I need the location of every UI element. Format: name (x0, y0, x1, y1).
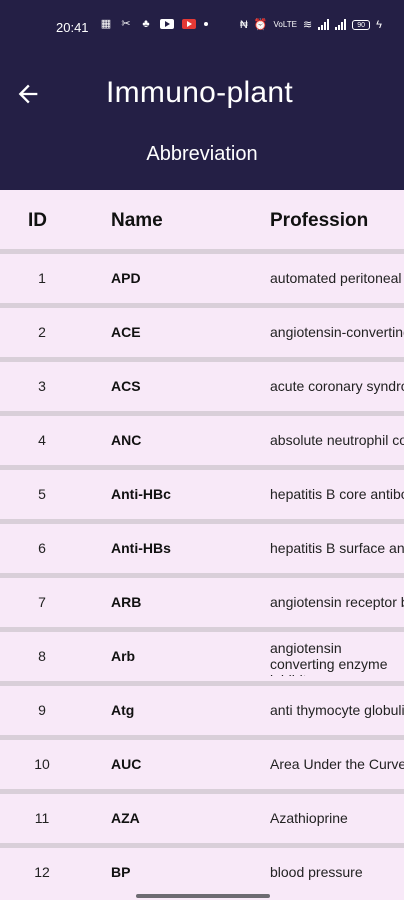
table-row[interactable]: 2 ACE angiotensin-converting enzyme (0, 308, 404, 362)
gallery-icon: ▦ (100, 18, 112, 30)
page-title: Immuno-plant (106, 76, 294, 109)
cell-profession: absolute neutrophil count (270, 432, 404, 448)
cell-profession: anti thymocyte globulin (270, 702, 404, 718)
cell-name: APD (111, 270, 141, 286)
cell-id: 5 (38, 486, 46, 502)
cell-id: 8 (38, 648, 46, 664)
cell-profession: Area Under the Curve (270, 756, 404, 772)
cell-id: 4 (38, 432, 46, 448)
tools-icon: ✂ (121, 18, 131, 30)
table-row[interactable]: 4 ANC absolute neutrophil count (0, 416, 404, 470)
cell-id: 12 (34, 864, 50, 880)
cell-id: 3 (38, 378, 46, 394)
table-header: ID Name Profession (0, 190, 404, 254)
arrow-left-icon (18, 84, 38, 104)
cell-name: AUC (111, 756, 142, 772)
table-row[interactable]: 6 Anti-HBs hepatitis B surface antibody (0, 524, 404, 578)
cell-id: 2 (38, 324, 46, 340)
table-row[interactable]: 3 ACS acute coronary syndrome (0, 362, 404, 416)
cell-profession: hepatitis B core antibody (270, 486, 404, 502)
battery-icon: 90 (352, 19, 371, 30)
cell-name: Arb (111, 648, 136, 664)
table-row[interactable]: 5 Anti-HBc hepatitis B core antibody (0, 470, 404, 524)
table-row[interactable]: 10 AUC Area Under the Curve (0, 740, 404, 794)
cell-profession: Azathioprine (270, 810, 348, 826)
cell-profession: acute coronary syndrome (270, 378, 404, 394)
column-header-name: Name (111, 210, 163, 231)
cell-id: 11 (34, 810, 50, 826)
table-row[interactable]: 1 APD automated peritoneal dialysis (0, 254, 404, 308)
cell-name: AZA (111, 810, 140, 826)
table-row[interactable]: 8 Arb angiotensin converting enzyme inhi… (0, 632, 404, 686)
cell-id: 6 (38, 540, 46, 556)
charging-icon: ϟ (376, 18, 382, 31)
more-notifications-icon (204, 22, 208, 26)
back-button[interactable] (14, 80, 42, 108)
cell-profession: angiotensin converting enzyme inhibitor (270, 640, 388, 676)
status-time: 20:41 (56, 20, 89, 35)
notification-icons: ▦ ✂ ♣ (100, 18, 208, 30)
youtube-red-icon (182, 19, 196, 29)
system-icons: ₦ ⏰ VoLTE ≋ 90 ϟ (239, 18, 382, 32)
cell-profession: automated peritoneal dialysis (270, 270, 404, 286)
page-subtitle: Abbreviation (146, 143, 258, 165)
cell-profession: angiotensin receptor blocker (270, 594, 404, 610)
wifi-icon: ≋ (302, 19, 313, 31)
app-bar: Immuno-plant Abbreviation (0, 44, 404, 190)
cell-name: BP (111, 864, 131, 880)
cell-id: 1 (38, 270, 46, 286)
signal-2-icon (335, 19, 347, 30)
status-bar: 20:41 ▦ ✂ ♣ ₦ ⏰ VoLTE ≋ 90 ϟ (0, 0, 404, 44)
plant-icon: ♣ (142, 18, 150, 30)
abbreviation-table: ID Name Profession 1 APD automated perit… (0, 190, 404, 900)
cell-profession: angiotensin-converting enzyme (270, 324, 404, 340)
cell-name: Anti-HBs (111, 540, 171, 556)
cell-profession: blood pressure (270, 864, 363, 880)
cell-name: ANC (111, 432, 142, 448)
youtube-icon (160, 19, 174, 29)
cell-profession: hepatitis B surface antibody (270, 540, 404, 556)
column-header-id: ID (28, 210, 47, 231)
home-indicator[interactable] (136, 894, 270, 898)
cell-name: Atg (111, 702, 135, 718)
table-row[interactable]: 12 BP blood pressure (0, 848, 404, 900)
table-row[interactable]: 9 Atg anti thymocyte globulin (0, 686, 404, 740)
nfc-icon: ₦ (239, 18, 248, 31)
cell-name: Anti-HBc (111, 486, 171, 502)
column-header-profession: Profession (270, 210, 369, 231)
cell-id: 10 (34, 756, 50, 772)
cell-name: ACE (111, 324, 141, 340)
cell-id: 9 (38, 702, 46, 718)
cell-name: ARB (111, 594, 142, 610)
volte-icon: VoLTE (273, 20, 297, 29)
table-row[interactable]: 11 AZA Azathioprine (0, 794, 404, 848)
cell-id: 7 (38, 594, 46, 610)
signal-icon (318, 19, 330, 30)
cell-name: ACS (111, 378, 141, 394)
alarm-icon: ⏰ (253, 19, 268, 31)
table-row[interactable]: 7 ARB angiotensin receptor blocker (0, 578, 404, 632)
